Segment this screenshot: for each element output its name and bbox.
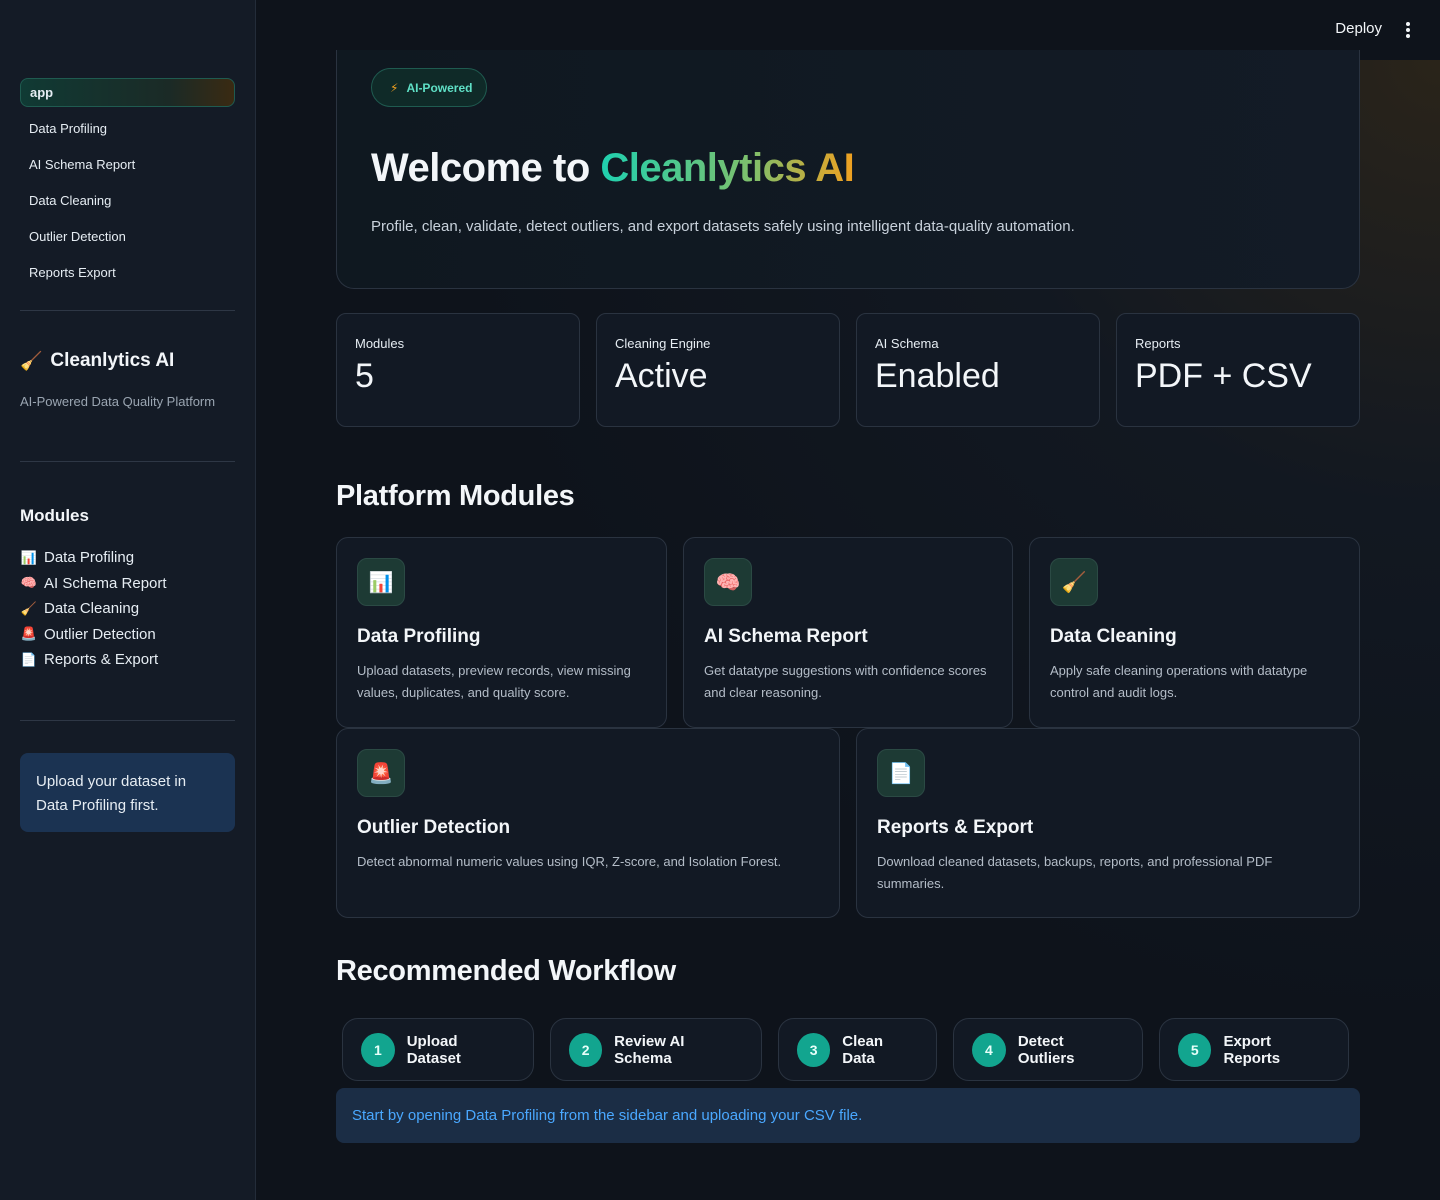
step-number: 1 [361, 1032, 395, 1067]
module-list-item: 🧹 Data Cleaning [20, 596, 167, 622]
hero-card: ⚡ AI-Powered Welcome to Cleanlytics AI P… [336, 50, 1360, 289]
broom-icon: 🧹 [1050, 558, 1098, 606]
step-label: Review AI Schema [614, 1032, 685, 1067]
card-title: Data Cleaning [1050, 626, 1177, 647]
workflow-step[interactable]: 1 Upload Dataset [342, 1018, 534, 1081]
step-label: Upload Dataset [406, 1032, 461, 1067]
brand: 🧹 Cleanlytics AI [20, 350, 174, 372]
module-card-ai-schema-report[interactable]: 🧠 AI Schema Report Get datatype suggesti… [683, 537, 1013, 728]
ai-powered-badge: ⚡ AI-Powered [371, 68, 488, 107]
module-card-reports-export[interactable]: 📄 Reports & Export Download cleaned data… [856, 728, 1360, 918]
nav-item-app[interactable]: app [20, 78, 235, 107]
stat-value: Enabled [875, 357, 1000, 395]
platform-modules-heading: Platform Modules [336, 480, 575, 512]
brand-subtitle: AI-Powered Data Quality Platform [20, 394, 216, 409]
step-number: 4 [972, 1032, 1006, 1067]
workflow-step[interactable]: 3 Clean Data [778, 1018, 937, 1081]
modules-list: 📊 Data Profiling 🧠 AI Schema Report 🧹 Da… [20, 545, 167, 673]
more-menu-icon[interactable] [1402, 22, 1414, 38]
stat-label: AI Schema [875, 336, 939, 351]
card-description: Detect abnormal numeric values using IQR… [357, 854, 782, 869]
sidebar-tip: Upload your dataset in Data Profiling fi… [20, 753, 235, 832]
badge-label: AI-Powered [406, 80, 473, 95]
sidebar-nav: app Data Profiling AI Schema Report Data… [20, 78, 235, 291]
stat-card-ai-schema: AI Schema Enabled [856, 313, 1100, 427]
card-description: Get datatype suggestions with confidence… [704, 663, 987, 700]
bar-chart-icon: 📊 [20, 549, 38, 565]
card-title: AI Schema Report [704, 626, 868, 647]
siren-icon: 🚨 [357, 749, 405, 797]
workflow-step[interactable]: 2 Review AI Schema [550, 1018, 762, 1081]
divider [20, 720, 235, 721]
divider [20, 310, 235, 311]
title-brand: Cleanlytics AI [600, 146, 855, 190]
card-title: Outlier Detection [357, 817, 511, 838]
stat-card-cleaning-engine: Cleaning Engine Active [596, 313, 840, 427]
module-label: Data Cleaning [44, 600, 140, 618]
divider [20, 461, 235, 462]
nav-item-reports-export[interactable]: Reports Export [20, 255, 235, 291]
module-list-item: 🚨 Outlier Detection [20, 622, 167, 648]
workflow-heading: Recommended Workflow [336, 955, 676, 987]
brain-icon: 🧠 [704, 558, 752, 606]
step-label: Clean Data [842, 1032, 884, 1067]
info-alert: Start by opening Data Profiling from the… [336, 1088, 1360, 1143]
siren-icon: 🚨 [20, 626, 38, 642]
module-label: Reports & Export [44, 651, 159, 669]
module-card-outlier-detection[interactable]: 🚨 Outlier Detection Detect abnormal nume… [336, 728, 840, 918]
broom-icon: 🧹 [20, 600, 38, 616]
card-title: Reports & Export [877, 817, 1034, 838]
module-list-item: 🧠 AI Schema Report [20, 571, 167, 597]
module-list-item: 📊 Data Profiling [20, 545, 167, 571]
workflow-step[interactable]: 5 Export Reports [1159, 1018, 1349, 1081]
stat-value: PDF + CSV [1135, 357, 1312, 395]
bar-chart-icon: 📊 [357, 558, 405, 606]
module-list-item: 📄 Reports & Export [20, 647, 167, 673]
module-label: AI Schema Report [44, 574, 167, 592]
card-description: Upload datasets, preview records, view m… [357, 663, 631, 700]
lightning-icon: ⚡ [390, 80, 399, 95]
module-card-data-cleaning[interactable]: 🧹 Data Cleaning Apply safe cleaning oper… [1029, 537, 1360, 728]
step-number: 5 [1178, 1032, 1212, 1067]
stat-label: Reports [1135, 336, 1181, 351]
brand-title: Cleanlytics AI [50, 350, 175, 371]
step-label: Export Reports [1223, 1032, 1281, 1067]
modules-heading: Modules [20, 506, 89, 525]
document-icon: 📄 [877, 749, 925, 797]
card-description: Apply safe cleaning operations with data… [1050, 663, 1308, 700]
title-prefix: Welcome to [371, 146, 601, 190]
step-label: Detect Outliers [1017, 1032, 1075, 1067]
stat-card-modules: Modules 5 [336, 313, 580, 427]
document-icon: 📄 [20, 651, 38, 667]
step-number: 2 [569, 1032, 603, 1067]
stat-value: 5 [355, 357, 374, 395]
workflow-steps: 1 Upload Dataset 2 Review AI Schema 3 Cl… [342, 1018, 1349, 1081]
nav-item-outlier-detection[interactable]: Outlier Detection [20, 219, 235, 255]
card-title: Data Profiling [357, 626, 481, 647]
stats-row: Modules 5 Cleaning Engine Active AI Sche… [336, 313, 1360, 427]
module-label: Outlier Detection [44, 625, 156, 643]
step-number: 3 [797, 1032, 831, 1067]
nav-item-data-profiling[interactable]: Data Profiling [20, 111, 235, 147]
module-label: Data Profiling [44, 549, 135, 567]
deploy-button[interactable]: Deploy [1335, 20, 1382, 37]
card-description: Download cleaned datasets, backups, repo… [877, 854, 1273, 891]
broom-icon: 🧹 [20, 350, 43, 371]
sidebar: app Data Profiling AI Schema Report Data… [0, 0, 256, 1200]
workflow-step[interactable]: 4 Detect Outliers [953, 1018, 1143, 1081]
nav-item-data-cleaning[interactable]: Data Cleaning [20, 183, 235, 219]
module-card-data-profiling[interactable]: 📊 Data Profiling Upload datasets, previe… [336, 537, 667, 728]
stat-value: Active [615, 357, 708, 395]
main-content: ⚡ AI-Powered Welcome to Cleanlytics AI P… [256, 50, 1440, 1200]
brain-icon: 🧠 [20, 575, 38, 591]
hero-description: Profile, clean, validate, detect outlier… [371, 218, 1075, 235]
page-title: Welcome to Cleanlytics AI [371, 146, 855, 191]
stat-label: Modules [355, 336, 405, 351]
nav-item-ai-schema-report[interactable]: AI Schema Report [20, 147, 235, 183]
stat-label: Cleaning Engine [615, 336, 711, 351]
stat-card-reports: Reports PDF + CSV [1116, 313, 1360, 427]
